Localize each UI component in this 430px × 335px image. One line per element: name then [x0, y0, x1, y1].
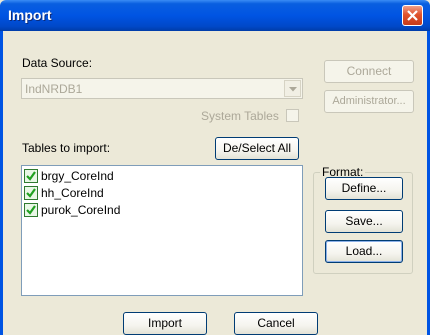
table-checkbox[interactable] [24, 169, 38, 183]
close-icon [407, 10, 418, 21]
cancel-button[interactable]: Cancel [234, 312, 318, 335]
load-button[interactable]: Load... [325, 240, 403, 263]
save-button[interactable]: Save... [325, 210, 403, 233]
data-source-label: Data Source: [22, 56, 93, 70]
connect-button[interactable]: Connect [324, 60, 414, 83]
table-name: hh_CoreInd [41, 186, 104, 200]
chevron-down-icon [289, 87, 297, 92]
administrator-button[interactable]: Administrator... [324, 90, 414, 113]
window-title: Import [8, 7, 52, 23]
table-checkbox[interactable] [24, 203, 38, 217]
table-name: brgy_CoreInd [41, 169, 114, 183]
tables-to-import-label: Tables to import: [22, 141, 111, 155]
system-tables-checkbox[interactable] [286, 109, 299, 122]
define-button[interactable]: Define... [325, 177, 403, 200]
title-bar[interactable]: Import [0, 0, 430, 31]
checkmark-icon [26, 171, 36, 181]
data-source-dropdown[interactable]: IndNRDB1 [21, 78, 303, 99]
import-button[interactable]: Import [123, 312, 207, 335]
checkmark-icon [26, 205, 36, 215]
dropdown-button[interactable] [284, 80, 301, 97]
table-name: purok_CoreInd [41, 203, 121, 217]
checkmark-icon [26, 188, 36, 198]
window-frame-left [0, 31, 3, 335]
tables-listbox[interactable]: brgy_CoreInd hh_CoreInd purok_CoreInd [21, 165, 303, 296]
data-source-value: IndNRDB1 [25, 82, 83, 96]
table-checkbox[interactable] [24, 186, 38, 200]
deselect-all-button[interactable]: De/Select All [215, 137, 299, 160]
system-tables-label: System Tables [201, 109, 279, 123]
close-button[interactable] [402, 5, 423, 26]
